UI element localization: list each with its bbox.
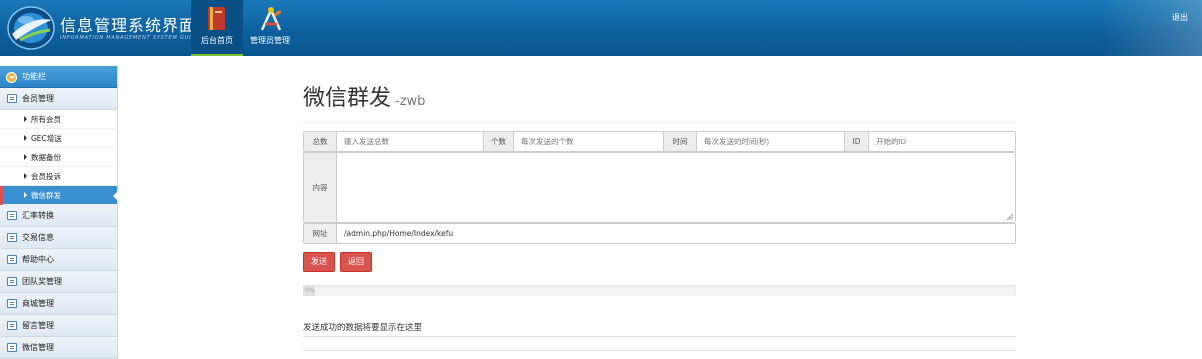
content-row: 内容: [303, 152, 1016, 223]
progress-bar: 0%: [303, 285, 1016, 296]
total-input[interactable]: [337, 132, 484, 151]
action-buttons: 发送 返回: [303, 252, 372, 272]
sidebar-header[interactable]: 功能栏: [0, 66, 117, 88]
sidebar-group-wechat[interactable]: 微信管理: [0, 337, 117, 359]
list-icon: [7, 343, 17, 352]
tools-icon: [260, 6, 282, 31]
sidebar-group-trades[interactable]: 交易信息: [0, 227, 117, 249]
sidebar-item-label: 数据备份: [31, 153, 61, 162]
time-label: 时间: [664, 132, 697, 151]
result-divider: [303, 336, 1016, 337]
nav-dashboard-label: 后台首页: [201, 36, 233, 45]
caret-right-icon: [24, 135, 27, 141]
sidebar-group-label: 留言管理: [22, 321, 54, 330]
book-icon: [208, 7, 225, 30]
caret-right-icon: [24, 154, 27, 160]
sidebar-item-wechat-broadcast[interactable]: 微信群发: [0, 186, 118, 205]
caret-right-icon: [24, 116, 27, 122]
edit-icon: [7, 321, 17, 330]
list-icon: [7, 277, 17, 286]
sidebar-group-label: 团队奖管理: [22, 277, 62, 286]
sidebar-item-member-complaints[interactable]: 会员投诉: [0, 167, 117, 186]
sidebar-group-label: 帮助中心: [22, 255, 54, 264]
progress-fill: 0%: [303, 285, 315, 296]
sidebar-item-data-backup[interactable]: 数据备份: [0, 148, 117, 167]
logout-link[interactable]: 退出: [1172, 12, 1188, 23]
sidebar-item-label: 微信群发: [31, 191, 61, 200]
sidebar-item-label: 所有会员: [31, 115, 61, 124]
sidebar-group-messages[interactable]: 留言管理: [0, 315, 117, 337]
url-input[interactable]: /admin.php/Home/Index/kefu: [337, 224, 1015, 243]
edit-icon: [7, 255, 17, 264]
calendar-icon: [7, 299, 17, 308]
caret-right-icon: [24, 192, 27, 198]
sidebar-group-label: 商城管理: [22, 299, 54, 308]
url-row: 网址 /admin.php/Home/Index/kefu: [303, 223, 1016, 244]
list-icon: [7, 233, 17, 242]
sidebar-group-team-bonus[interactable]: 团队奖管理: [0, 271, 117, 293]
chat-icon: [7, 211, 17, 220]
nav-active-bar: [191, 54, 243, 56]
sidebar-group-members[interactable]: 会员管理: [0, 88, 117, 110]
start-id-input[interactable]: [869, 132, 1015, 151]
params-row: 总数 个数 时间 ID: [303, 131, 1016, 152]
send-button[interactable]: 发送: [303, 252, 335, 272]
nav-admin-label: 管理员管理: [250, 36, 290, 45]
sidebar-item-label: GEC增送: [31, 134, 62, 143]
app-subtitle: INFORMATION MANAGEMENT SYSTEM GUI: [60, 35, 192, 41]
sidebar-item-all-members[interactable]: 所有会员: [0, 110, 117, 129]
count-input[interactable]: [514, 132, 664, 151]
sidebar-header-label: 功能栏: [22, 72, 46, 81]
page-title-suffix: -zwb: [395, 94, 426, 109]
sidebar-group-label: 微信管理: [22, 343, 54, 352]
sidebar-group-shop[interactable]: 商城管理: [0, 293, 117, 315]
main-content: 微信群发-zwb 总数 个数 时间 ID 内容 网址 /admin.php/Ho…: [303, 70, 1016, 351]
caret-right-icon: [24, 173, 27, 179]
result-divider-bottom: [303, 350, 1016, 351]
app-title: 信息管理系统界面: [60, 16, 197, 35]
page-title-text: 微信群发: [303, 86, 392, 111]
globe-logo-icon: [7, 6, 55, 50]
resize-grip-icon[interactable]: [1007, 214, 1013, 220]
result-message: 发送成功的数据将要显示在这里: [303, 323, 423, 333]
top-header: 信息管理系统界面 INFORMATION MANAGEMENT SYSTEM G…: [0, 0, 1202, 56]
content-textarea[interactable]: [337, 153, 1015, 222]
sidebar-group-label: 交易信息: [22, 233, 54, 242]
time-input[interactable]: [697, 132, 845, 151]
back-button[interactable]: 返回: [340, 252, 372, 272]
id-label: ID: [845, 132, 869, 151]
chevron-down-icon: [6, 72, 17, 83]
content-label: 内容: [304, 153, 337, 222]
page-title: 微信群发 -zwb: [303, 80, 1016, 112]
sidebar-item-label: 会员投诉: [31, 172, 61, 181]
title-divider: [303, 122, 1016, 123]
sidebar-group-exchange[interactable]: 汇率转换: [0, 205, 117, 227]
list-icon: [7, 94, 17, 103]
header-shine: [1100, 0, 1202, 56]
sidebar-group-help[interactable]: 帮助中心: [0, 249, 117, 271]
sidebar: 功能栏 会员管理 所有会员 GEC增送 数据备份 会员投诉 微信群发 汇率转换 …: [0, 66, 118, 359]
sidebar-group-label: 汇率转换: [22, 211, 54, 220]
sidebar-group-label: 会员管理: [22, 94, 54, 103]
total-label: 总数: [304, 132, 337, 151]
nav-dashboard[interactable]: 后台首页: [191, 0, 243, 56]
url-label: 网址: [304, 224, 337, 243]
count-label: 个数: [484, 132, 514, 151]
nav-admin-manage[interactable]: 管理员管理: [244, 0, 296, 56]
sidebar-item-gec-gift[interactable]: GEC增送: [0, 129, 117, 148]
